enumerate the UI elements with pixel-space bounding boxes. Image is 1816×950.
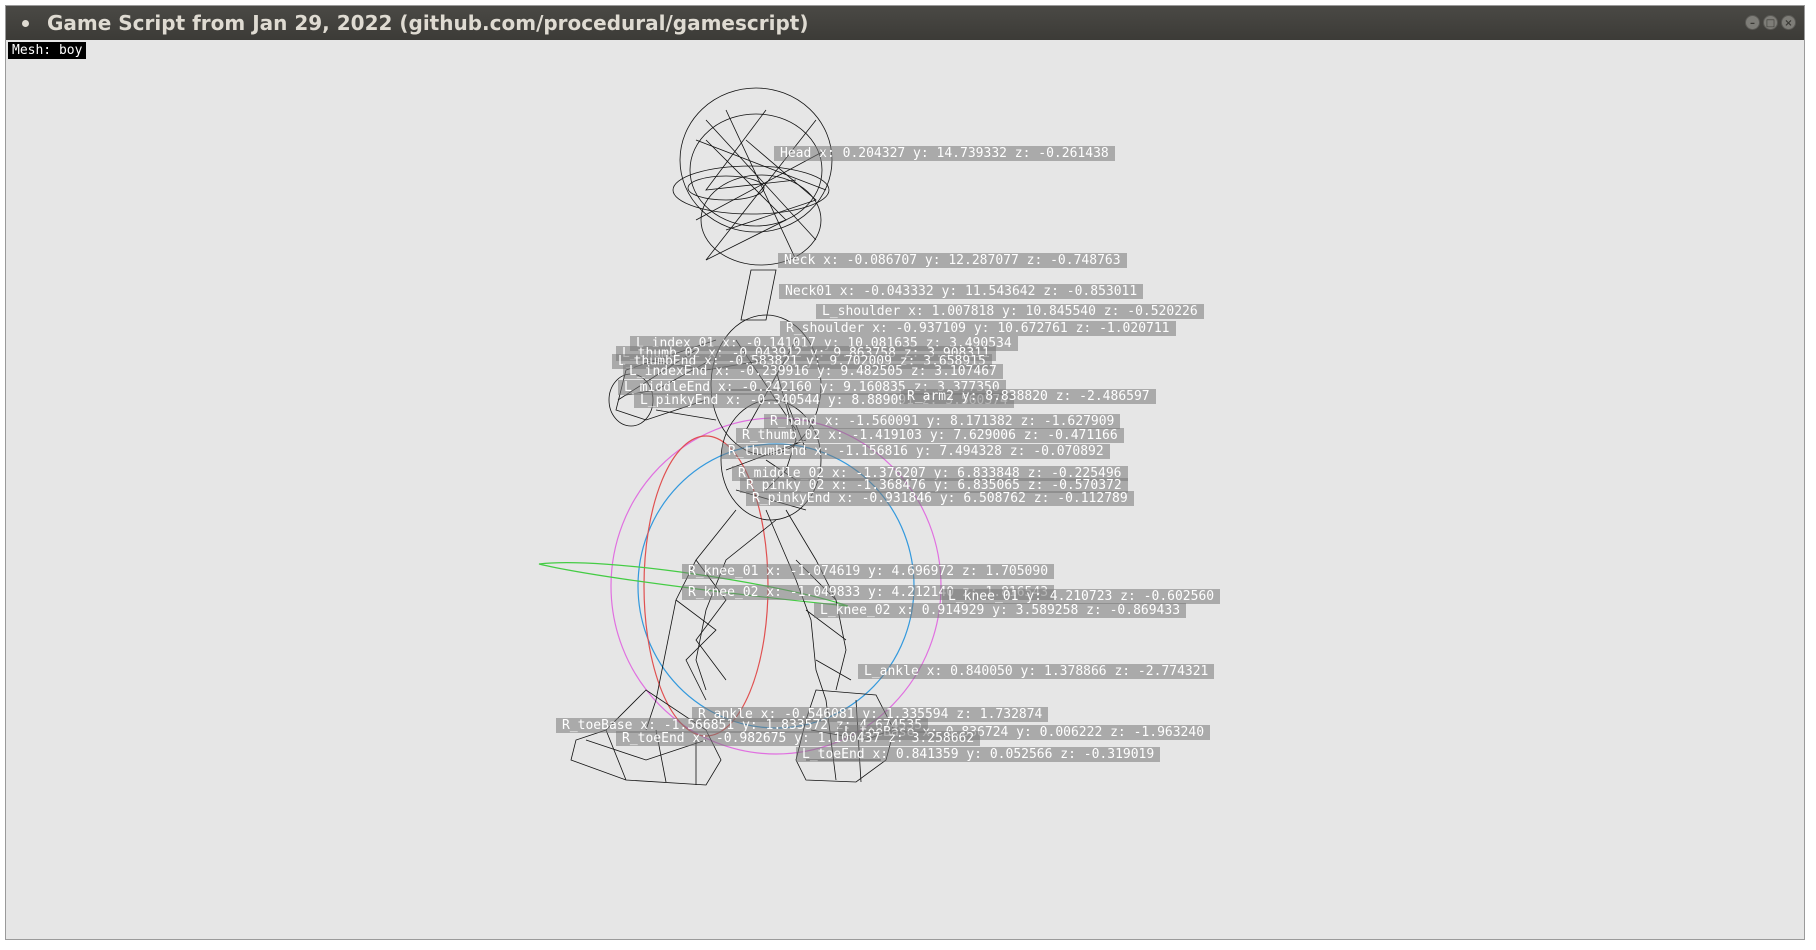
window-title: Game Script from Jan 29, 2022 (github.co…	[47, 11, 809, 35]
close-icon[interactable]: ×	[1781, 15, 1796, 30]
bone-label-l-indexend: L_indexEnd x: -0.239916 y: 9.482505 z: 3…	[623, 364, 1003, 379]
render-viewport[interactable]: Mesh: boy Head x: 0.204327 y: 14.739332 …	[6, 40, 1804, 939]
bone-label-r-arm2: R_arm2 y: 8.838820 z: -2.486597	[901, 389, 1156, 404]
bone-label-r-thumbend: R_thumbEnd x: -1.156816 y: 7.494328 z: -…	[722, 444, 1110, 459]
bone-label-l-shoulder: L_shoulder x: 1.007818 y: 10.845540 z: -…	[816, 304, 1204, 319]
minimize-icon[interactable]: –	[1745, 15, 1760, 30]
bone-label-r-toeend: R_toeEnd x: -0.982675 y: 1.100437 z: 3.2…	[616, 731, 981, 746]
bone-label-neck: Neck x: -0.086707 y: 12.287077 z: -0.748…	[778, 253, 1127, 268]
bone-label-neck01: Neck01 x: -0.043332 y: 11.543642 z: -0.8…	[779, 284, 1144, 299]
bone-label-head: Head x: 0.204327 y: 14.739332 z: -0.2614…	[774, 146, 1115, 161]
bone-label-l-knee-02: L_knee_02 x: 0.914929 y: 3.589258 z: -0.…	[814, 603, 1187, 618]
window-controls: – □ ×	[1745, 15, 1796, 30]
bone-label-r-thumb-02: R_thumb_02 x: -1.419103 y: 7.629006 z: -…	[736, 428, 1124, 443]
bone-label-r-knee-01: R_knee_01 x: -1.074619 y: 4.696972 z: 1.…	[682, 564, 1055, 579]
app-window: Game Script from Jan 29, 2022 (github.co…	[5, 5, 1805, 940]
maximize-icon[interactable]: □	[1763, 15, 1778, 30]
mesh-name-label: Mesh: boy	[8, 42, 87, 59]
window-menu-icon[interactable]	[22, 19, 29, 27]
bone-label-l-ankle: L_ankle x: 0.840050 y: 1.378866 z: -2.77…	[858, 664, 1215, 679]
bone-label-r-shoulder: R_shoulder x: -0.937109 y: 10.672761 z: …	[780, 321, 1176, 336]
bone-label-l-toeend: L_toeEnd x: 0.841359 y: 0.052566 z: -0.3…	[796, 747, 1161, 762]
bone-label-l-knee-01: L_knee_01 y: 4.210723 z: -0.602560	[942, 589, 1221, 604]
title-bar[interactable]: Game Script from Jan 29, 2022 (github.co…	[6, 6, 1804, 40]
bone-label-r-hand: R_hand x: -1.560091 y: 8.171382 z: -1.62…	[764, 414, 1121, 429]
bone-label-r-pinkyend: R_pinkyEnd x: -0.931846 y: 6.508762 z: -…	[746, 491, 1134, 506]
